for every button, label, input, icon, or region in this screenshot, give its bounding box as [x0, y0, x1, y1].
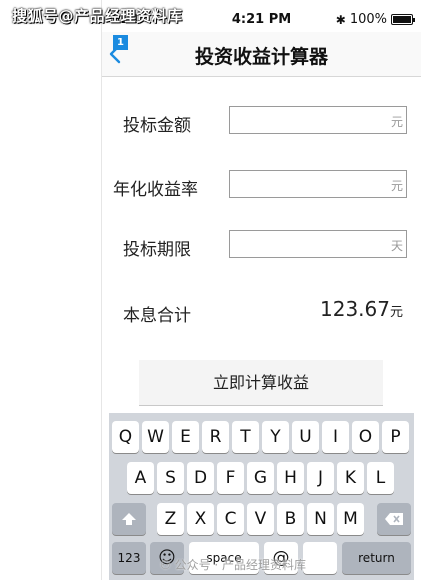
key-g[interactable]: G: [247, 462, 274, 494]
watermark-top: 搜狐号@产品经理资料库: [12, 7, 183, 25]
key-j[interactable]: J: [307, 462, 334, 494]
key-i[interactable]: I: [322, 421, 349, 453]
key-a[interactable]: A: [127, 462, 154, 494]
calculate-button[interactable]: 立即计算收益: [139, 360, 383, 406]
shift-key[interactable]: [112, 503, 146, 535]
shift-icon: [122, 513, 136, 525]
key-m[interactable]: M: [337, 503, 364, 535]
total-amount: 123.67: [320, 297, 390, 321]
nav-bar: 1 投资收益计算器: [102, 32, 421, 77]
key-r[interactable]: R: [202, 421, 229, 453]
watermark-bottom-text: 公众号 · 产品经理资料库: [174, 558, 307, 572]
key-y[interactable]: Y: [262, 421, 289, 453]
key-l[interactable]: L: [367, 462, 394, 494]
rate-label: 年化收益率: [113, 180, 198, 200]
keyboard-row-2: A S D F G H J K L: [109, 462, 414, 496]
key-w[interactable]: W: [142, 421, 169, 453]
total-row: 本息合计 123.67元: [102, 297, 421, 327]
battery-icon: [391, 14, 415, 25]
key-n[interactable]: N: [307, 503, 334, 535]
key-b[interactable]: B: [277, 503, 304, 535]
key-z[interactable]: Z: [157, 503, 184, 535]
key-f[interactable]: F: [217, 462, 244, 494]
term-unit: 天: [390, 239, 403, 253]
key-e[interactable]: E: [172, 421, 199, 453]
status-right: ✱ 100%: [335, 12, 415, 27]
page-title: 投资收益计算器: [194, 46, 328, 68]
battery-percent: 100%: [349, 12, 387, 27]
period-key[interactable]: [303, 542, 337, 574]
keyboard-row-3: Z X C V B N M: [109, 503, 414, 537]
delete-key[interactable]: [377, 503, 411, 535]
term-row: 投标期限 天: [102, 230, 421, 260]
watermark-bottom: ⚇ 公众号 · 产品经理资料库: [160, 556, 306, 573]
amount-label: 投标金额: [123, 116, 191, 136]
key-v[interactable]: V: [247, 503, 274, 535]
total-label: 本息合计: [123, 306, 191, 326]
numbers-key[interactable]: 123: [112, 542, 146, 574]
amount-unit: 元: [390, 115, 403, 129]
total-unit: 元: [389, 305, 403, 320]
rate-input[interactable]: 元: [229, 170, 407, 198]
key-u[interactable]: U: [292, 421, 319, 453]
key-k[interactable]: K: [337, 462, 364, 494]
key-o[interactable]: O: [352, 421, 379, 453]
term-input[interactable]: 天: [229, 230, 407, 258]
bluetooth-icon: ✱: [335, 12, 346, 27]
rate-unit: 元: [390, 179, 403, 193]
key-q[interactable]: Q: [112, 421, 139, 453]
phone-screen: BELL 4:21 PM ✱ 100% 1 投资收益计算器 投标金额 元 年化收…: [101, 0, 421, 580]
total-value: 123.67元: [320, 297, 403, 321]
amount-input[interactable]: 元: [229, 106, 407, 134]
key-t[interactable]: T: [232, 421, 259, 453]
key-h[interactable]: H: [277, 462, 304, 494]
key-c[interactable]: C: [217, 503, 244, 535]
keyboard: Q W E R T Y U I O P A S D F G H J K L Z …: [109, 413, 414, 580]
amount-row: 投标金额 元: [102, 106, 421, 136]
key-x[interactable]: X: [187, 503, 214, 535]
backspace-icon: [385, 513, 403, 525]
keyboard-row-1: Q W E R T Y U I O P: [109, 421, 414, 455]
key-s[interactable]: S: [157, 462, 184, 494]
term-label: 投标期限: [123, 240, 191, 260]
key-p[interactable]: P: [382, 421, 409, 453]
key-d[interactable]: D: [187, 462, 214, 494]
return-key[interactable]: return: [342, 542, 411, 574]
wechat-icon: ⚇: [160, 558, 171, 572]
rate-row: 年化收益率 元: [102, 170, 421, 200]
